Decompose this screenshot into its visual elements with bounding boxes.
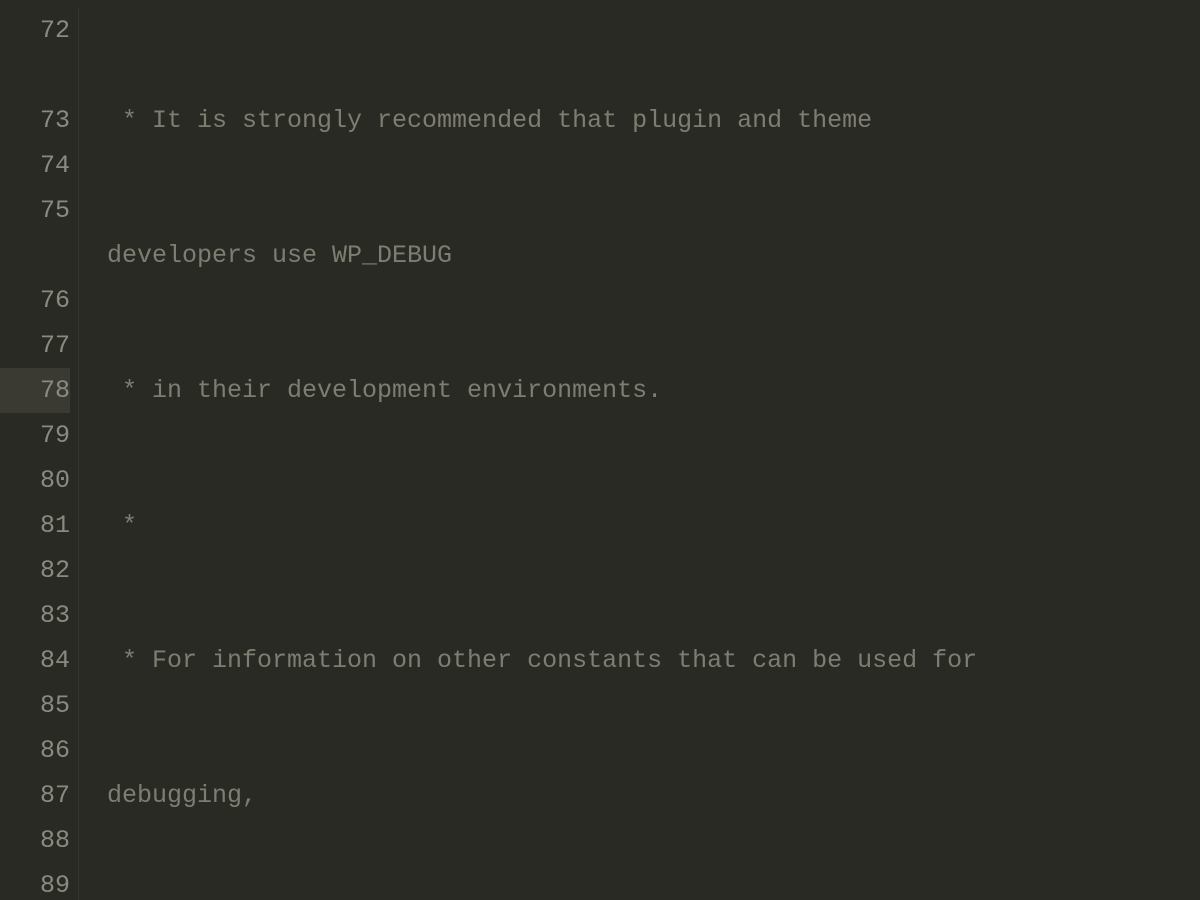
code-area[interactable]: * It is strongly recommended that plugin… xyxy=(78,8,992,900)
code-editor[interactable]: 72737475767778798081828384858687888990 *… xyxy=(0,0,1200,900)
line-number: 81 xyxy=(0,503,70,548)
line-number: 83 xyxy=(0,593,70,638)
code-line: developers use WP_DEBUG xyxy=(107,233,992,278)
line-number-gutter: 72737475767778798081828384858687888990 xyxy=(0,8,78,900)
line-number: 74 xyxy=(0,143,70,188)
code-line: * It is strongly recommended that plugin… xyxy=(107,98,992,143)
line-number: 87 xyxy=(0,773,70,818)
line-number: 77 xyxy=(0,323,70,368)
line-number: 88 xyxy=(0,818,70,863)
line-number: 73 xyxy=(0,98,70,143)
line-number: 79 xyxy=(0,413,70,458)
line-number: 86 xyxy=(0,728,70,773)
line-number: 82 xyxy=(0,548,70,593)
line-number: 89 xyxy=(0,863,70,900)
line-number: 80 xyxy=(0,458,70,503)
line-number: 76 xyxy=(0,278,70,323)
line-number: 84 xyxy=(0,638,70,683)
code-line: debugging, xyxy=(107,773,992,818)
code-line: * xyxy=(107,503,992,548)
line-number: 72 xyxy=(0,8,70,53)
line-number: 85 xyxy=(0,683,70,728)
line-number: 75 xyxy=(0,188,70,233)
line-number xyxy=(0,53,70,98)
line-number xyxy=(0,233,70,278)
code-line: * in their development environments. xyxy=(107,368,992,413)
line-number: 78 xyxy=(0,368,70,413)
code-line: * For information on other constants tha… xyxy=(107,638,992,683)
